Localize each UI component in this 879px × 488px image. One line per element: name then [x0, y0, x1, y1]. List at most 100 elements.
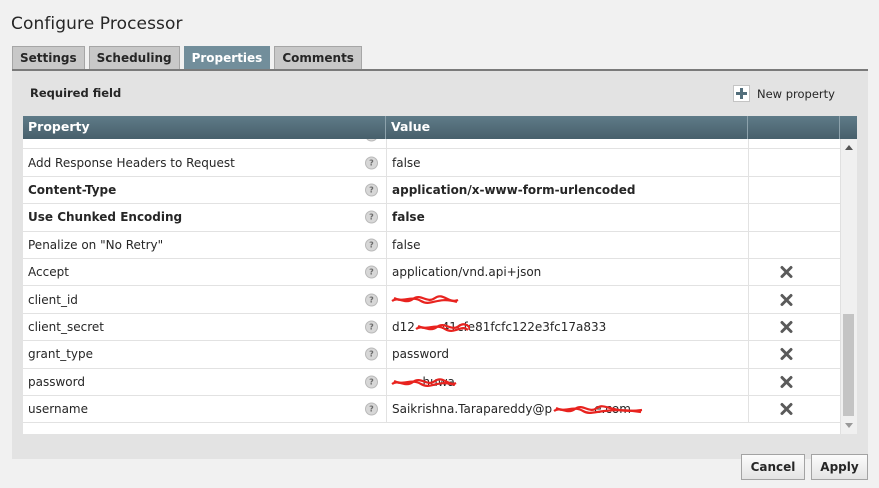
help-icon[interactable]: ? — [365, 156, 378, 170]
table-row[interactable]: Accept? application/vnd.api+json — [23, 258, 840, 287]
table-row[interactable]: Content-Type? application/x-www-form-urle… — [23, 176, 840, 205]
delete-x-icon[interactable] — [780, 348, 793, 361]
property-name-text: Use Chunked Encoding — [28, 210, 183, 225]
table-row[interactable]: client_secret? d12 41cfe81fcfc122e3fc17a8… — [23, 313, 840, 342]
property-name-text: username — [28, 402, 88, 417]
properties-table: Property Value Trusted Hostname? No value… — [23, 116, 857, 434]
tab-properties[interactable]: Properties — [183, 46, 271, 69]
plus-icon — [733, 85, 750, 102]
tab-bar: Settings Scheduling Properties Comments — [12, 46, 362, 69]
row-actions — [748, 176, 840, 204]
delete-x-icon[interactable] — [780, 266, 793, 279]
table-header: Property Value — [23, 116, 857, 139]
help-icon[interactable]: ? — [365, 320, 378, 334]
delete-x-icon[interactable] — [780, 403, 793, 416]
column-header-property: Property — [23, 116, 386, 139]
table-row[interactable]: Add Response Headers to Request? false — [23, 149, 840, 177]
column-header-actions — [748, 116, 840, 139]
property-value-text: application/x-www-form-urlencoded — [392, 182, 636, 197]
row-actions — [748, 395, 840, 423]
property-name-text: Penalize on "No Retry" — [28, 237, 164, 252]
help-icon[interactable]: ? — [365, 347, 378, 361]
property-name-text: client_secret — [28, 319, 104, 334]
help-icon[interactable]: ? — [365, 183, 378, 197]
dialog-title: Configure Processor — [11, 14, 183, 34]
property-value[interactable]: false — [386, 204, 748, 231]
property-value-text: false — [392, 155, 421, 170]
redaction-scribble — [391, 295, 459, 305]
row-actions — [748, 341, 840, 368]
property-value[interactable]: false — [386, 149, 748, 176]
table-row[interactable]: client_id? — [23, 286, 840, 314]
help-icon[interactable]: ? — [365, 402, 378, 416]
delete-x-icon[interactable] — [780, 293, 793, 306]
property-value[interactable]: No value set — [386, 139, 748, 149]
property-name: password? — [23, 369, 385, 395]
table-scrollbar[interactable] — [840, 139, 857, 434]
delete-x-icon[interactable] — [780, 375, 793, 388]
redaction-scribble — [391, 377, 457, 387]
property-name: Use Chunked Encoding? — [23, 204, 385, 230]
table-body: Trusted Hostname? No value set Add Respons… — [23, 139, 840, 434]
scroll-up-arrow-icon[interactable] — [845, 145, 853, 150]
property-name-text: Accept — [28, 265, 69, 280]
property-name: client_id? — [23, 286, 385, 312]
property-value-text: No value set — [392, 139, 461, 142]
delete-x-icon[interactable] — [780, 320, 793, 333]
required-field-label: Required field — [30, 86, 122, 100]
property-name: username? — [23, 396, 385, 422]
help-icon[interactable]: ? — [365, 375, 378, 389]
new-property-button[interactable]: New property — [733, 84, 835, 103]
table-row[interactable]: password? huwa — [23, 368, 840, 396]
row-actions — [748, 231, 840, 258]
help-icon[interactable]: ? — [365, 238, 378, 252]
row-actions — [748, 368, 840, 395]
property-value-text: false — [392, 237, 421, 252]
property-name-text: Add Response Headers to Request — [28, 155, 235, 170]
tab-scheduling[interactable]: Scheduling — [88, 46, 180, 69]
property-name: grant_type? — [23, 341, 385, 367]
table-row[interactable]: Use Chunked Encoding? false — [23, 204, 840, 232]
property-name-text: password — [28, 374, 85, 389]
table-row[interactable]: grant_type? password — [23, 341, 840, 369]
table-row[interactable]: username? Saikrishna.Tarapareddy@p e.com — [23, 395, 840, 424]
row-actions — [748, 149, 840, 176]
property-name: client_secret? — [23, 314, 385, 340]
table-row[interactable]: Trusted Hostname? No value set — [23, 139, 840, 150]
help-icon[interactable]: ? — [365, 293, 378, 307]
property-name: Content-Type? — [23, 177, 385, 203]
row-actions — [748, 204, 840, 231]
property-name: Add Response Headers to Request? — [23, 149, 385, 175]
redaction-scribble — [415, 322, 470, 332]
property-name-text: Content-Type — [28, 182, 117, 197]
property-name: Penalize on "No Retry"? — [23, 232, 385, 258]
row-actions — [748, 139, 840, 149]
table-row[interactable]: Penalize on "No Retry"? false — [23, 231, 840, 259]
property-value[interactable]: application/x-www-form-urlencoded — [386, 176, 748, 204]
property-name: Accept? — [23, 259, 385, 285]
property-name-text: grant_type — [28, 347, 94, 362]
property-name-text: client_id — [28, 292, 78, 307]
redaction-scribble — [553, 405, 643, 414]
row-actions — [748, 313, 840, 341]
property-value[interactable]: false — [386, 231, 748, 258]
scroll-down-arrow-icon[interactable] — [845, 423, 853, 428]
tab-settings[interactable]: Settings — [12, 46, 85, 69]
help-icon[interactable]: ? — [365, 265, 378, 279]
help-icon[interactable]: ? — [365, 139, 378, 142]
property-name-text: Trusted Hostname — [28, 139, 137, 142]
new-property-label: New property — [757, 86, 835, 101]
property-value-text: false — [392, 210, 425, 225]
scroll-thumb[interactable] — [843, 314, 854, 416]
property-value[interactable]: password — [386, 341, 748, 368]
help-icon[interactable]: ? — [365, 210, 378, 224]
apply-button[interactable]: Apply — [811, 454, 868, 480]
property-value-text: password — [392, 347, 449, 362]
property-name: Trusted Hostname? — [23, 139, 385, 148]
cancel-button[interactable]: Cancel — [741, 454, 805, 480]
column-header-value: Value — [386, 116, 748, 139]
row-actions — [748, 286, 840, 313]
property-value-text: application/vnd.api+json — [392, 265, 542, 280]
tab-comments[interactable]: Comments — [274, 46, 362, 69]
property-value[interactable]: application/vnd.api+json — [386, 258, 748, 286]
